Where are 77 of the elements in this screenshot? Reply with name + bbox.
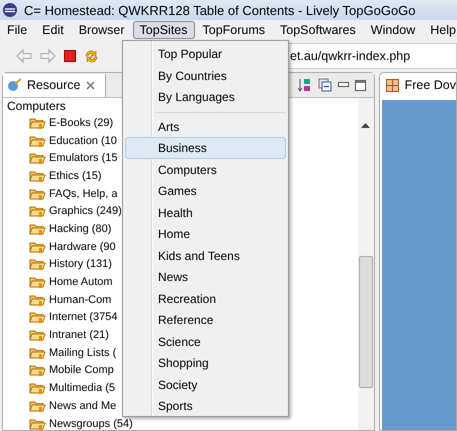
dropdown-item[interactable]: Games [125,180,286,202]
folder-icon [29,186,46,201]
tree-item[interactable]: Home Autom [49,276,113,288]
scroll-thumb[interactable] [358,256,373,388]
refresh-icon[interactable] [84,48,99,64]
dropdown-item[interactable]: Recreation [125,288,286,309]
grid-icon [386,78,399,92]
tree-item[interactable]: Emulators (15 [49,152,118,164]
dropdown-item[interactable]: Science [125,330,286,352]
close-icon[interactable] [86,80,94,90]
folder-icon [29,398,46,413]
menu-item[interactable]: TopSites [132,21,194,39]
minimize-icon[interactable] [338,82,349,88]
folder-icon [29,416,46,430]
folder-icon [29,292,46,307]
menu-item[interactable]: Edit [35,21,71,39]
collapse-all-icon[interactable] [318,78,332,92]
menu-item[interactable]: Help [423,21,457,39]
resource-tab[interactable]: Resource [3,74,106,96]
tree-item[interactable]: Mobile Comp [49,364,114,376]
folder-icon [29,275,46,290]
folder-icon [29,328,46,342]
tree-item[interactable]: Newsgroups (54) [49,418,133,430]
window-title: C= Homestead: QWKRR128 Table of Contents - Lively TopGoGoGo [24,2,416,18]
dropdown-item[interactable]: Home [125,223,286,244]
menu-item[interactable]: TopSoftwares [273,21,363,39]
app-icon [2,2,18,18]
dropdown-item[interactable]: Kids and Teens [125,244,286,266]
tree-item[interactable]: Internet (3754 [49,311,118,324]
tree-item[interactable]: Multimedia (5 [49,382,116,394]
tree-item[interactable]: News and Me [49,400,116,412]
dropdown-item[interactable]: Sports [125,395,286,416]
tree-item[interactable]: Education (10 [49,134,117,147]
address-field[interactable]: et.au/qwkrr-index.php [287,43,457,69]
dropdown-item[interactable]: Shopping [125,352,286,374]
menu-item[interactable]: Browser [72,21,132,39]
folder-icon [29,346,46,360]
dropdown-item[interactable]: Health [125,202,286,223]
dropdown-item[interactable]: Society [125,374,286,395]
dropdown-item[interactable]: Arts [125,116,286,137]
dropdown-item[interactable]: Top Popular [125,43,286,64]
folder-icon [29,222,46,236]
dropdown-item[interactable]: Computers [125,158,286,180]
globe-icon [7,78,22,92]
tree-item[interactable]: Mailing Lists ( [49,346,116,359]
menu-item[interactable]: TopForums [196,21,272,39]
folder-icon [29,363,46,378]
tree-item[interactable]: History (131) [49,258,112,270]
folder-icon [29,116,46,130]
dropdown-item[interactable]: Reference [125,309,286,330]
scroll-up-icon[interactable] [361,123,370,128]
folder-icon [29,381,46,396]
tree-item[interactable]: FAQs, Help, a [49,188,118,200]
folder-icon [29,134,46,148]
tree-item[interactable]: Graphics (249) [49,205,122,218]
folder-icon [29,257,46,272]
folder-icon [29,204,46,218]
tree-item[interactable]: Ethics (15) [49,170,102,182]
menu-item[interactable]: File [0,21,34,39]
menu-item[interactable]: Window [364,21,422,39]
browser-tab[interactable]: Free Dov [380,73,456,97]
tree-item[interactable]: Intranet (21) [49,329,109,342]
tree-item[interactable]: E-Books (29) [49,116,114,129]
dropdown-item[interactable]: Business [125,137,286,158]
tree-item[interactable]: Hacking (80) [49,222,112,235]
dropdown-item[interactable]: By Countries [125,64,286,86]
folder-icon [29,240,46,254]
sort-icon[interactable] [298,78,312,92]
folder-icon [29,310,46,324]
tree-item[interactable]: Human-Com [49,294,112,306]
tree-item[interactable]: Hardware (90 [49,240,116,253]
dropdown-item[interactable]: News [125,266,286,288]
maximize-icon[interactable] [354,80,366,90]
folder-icon [29,151,46,166]
dropdown-item[interactable]: By Languages [125,86,286,108]
scrollbar[interactable] [358,98,374,430]
folder-icon [29,168,46,183]
